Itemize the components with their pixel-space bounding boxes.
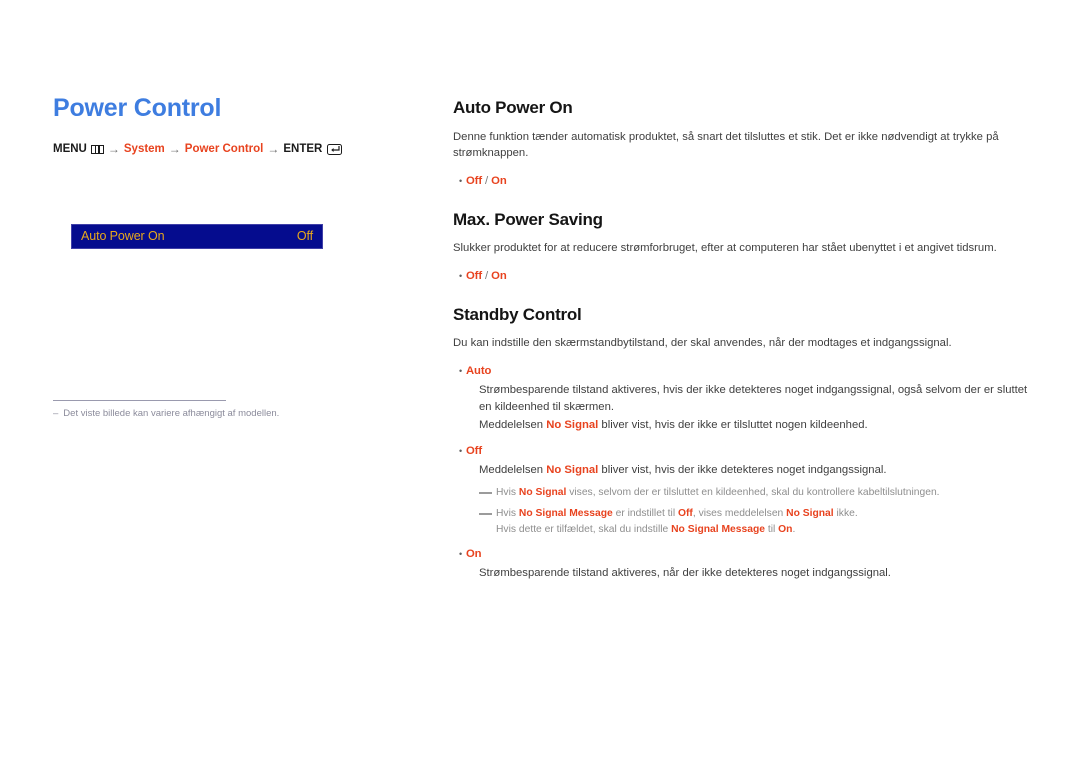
standby-auto-paragraph-1: Strømbesparende tilstand aktiveres, hvis… — [479, 384, 1028, 413]
section-max-power-saving: Max. Power Saving Slukker produktet for … — [453, 210, 1029, 285]
section-heading: Auto Power On — [453, 98, 573, 117]
section-standby-control: Standby Control Du kan indstille den skæ… — [453, 305, 1029, 582]
footnote: – Det viste billede kan variere afhængig… — [53, 407, 383, 420]
menu-path-segment-power-control: Power Control — [184, 142, 264, 155]
standby-option-list: • Auto Strømbesparende tilstand aktivere… — [453, 363, 1029, 582]
option-value-on: On — [491, 174, 507, 187]
section-intro: Du kan indstille den skærmstandbytilstan… — [453, 337, 952, 350]
standby-auto-paragraph-2: Meddelelsen No Signal bliver vist, hvis … — [479, 417, 1029, 434]
note-dash-icon — [479, 513, 492, 515]
right-column: Auto Power On Denne funktion tænder auto… — [453, 98, 1029, 582]
footnote-divider — [53, 400, 226, 401]
section-heading: Standby Control — [453, 304, 582, 324]
text-b: til — [764, 523, 779, 535]
menu-path-arrow-3: → — [267, 141, 280, 156]
text-post: vises, selvom der er tilsluttet en kilde… — [566, 486, 940, 498]
highlight-on: On — [778, 523, 793, 535]
text-post: bliver vist, hvis der ikke detekteres no… — [598, 464, 887, 477]
menu-path-arrow-1: → — [107, 141, 120, 156]
text-pre: Meddelelsen — [479, 419, 547, 432]
highlight-off: Off — [677, 508, 693, 520]
osd-menu-row-auto-power-on[interactable]: Auto Power On Off — [71, 224, 323, 249]
section-intro: Slukker produktet for at reducere strømf… — [453, 242, 997, 255]
highlight-no-signal: No Signal — [546, 464, 599, 477]
option-value-off: Off — [466, 174, 483, 187]
manual-page: Power Control MENU → System → Power Cont… — [0, 0, 1080, 763]
footnote-text: Det viste billede kan variere afhængigt … — [63, 408, 280, 419]
note-text: Hvis No Signal Message er indstillet til… — [496, 506, 858, 521]
standby-off-note-2-continued: Hvis dette er tilfældet, skal du indstil… — [496, 522, 1029, 537]
highlight-no-signal-message: No Signal Message — [518, 508, 613, 520]
menu-path-arrow-2: → — [168, 141, 181, 156]
text-c: , vises meddelelsen — [692, 508, 787, 520]
menu-path-menu-label: MENU — [53, 142, 87, 155]
standby-option-term-off: Off — [466, 445, 483, 458]
option-row: • Off / On — [453, 268, 1029, 285]
text-c: . — [792, 523, 796, 535]
standby-off-note-2: Hvis No Signal Message er indstillet til… — [479, 506, 1029, 521]
text-b: er indstillet til — [612, 508, 678, 520]
option-value-on: On — [491, 269, 507, 282]
footnote-dash: – — [53, 408, 59, 419]
text-a: Hvis — [496, 508, 519, 520]
standby-off-paragraph-1: Meddelelsen No Signal bliver vist, hvis … — [479, 462, 1029, 479]
option-separator: / — [482, 174, 492, 187]
bullet-icon: • — [459, 270, 463, 281]
enter-key-icon — [327, 144, 343, 155]
option-separator: / — [482, 269, 492, 282]
section-auto-power-on: Auto Power On Denne funktion tænder auto… — [453, 98, 1029, 190]
highlight-no-signal: No Signal — [546, 419, 599, 432]
left-column: Power Control MENU → System → Power Cont… — [53, 94, 403, 156]
highlight-no-signal-message: No Signal Message — [671, 523, 765, 535]
page-title: Power Control — [53, 94, 222, 122]
standby-on-paragraph-1: Strømbesparende tilstand aktiveres, når … — [479, 567, 891, 580]
bullet-icon: • — [459, 549, 463, 560]
highlight-no-signal: No Signal — [786, 508, 834, 520]
standby-option-row-off: • Off — [453, 443, 1029, 460]
standby-option-row-on: • On — [453, 546, 1029, 563]
bullet-icon: • — [459, 366, 463, 377]
standby-off-note-1: Hvis No Signal vises, selvom der er tils… — [479, 485, 1029, 500]
menu-grid-icon — [90, 145, 104, 154]
option-values: Off / On — [466, 268, 507, 285]
note-text: Hvis No Signal vises, selvom der er tils… — [496, 485, 940, 500]
option-list: • Off / On — [453, 173, 1029, 190]
option-values: Off / On — [466, 173, 507, 190]
section-intro: Denne funktion tænder automatisk produkt… — [453, 130, 999, 159]
highlight-no-signal: No Signal — [518, 486, 567, 498]
note-dash-icon — [479, 491, 492, 494]
option-value-off: Off — [466, 269, 483, 282]
option-row: • Off / On — [453, 173, 1029, 190]
bullet-icon: • — [459, 175, 463, 186]
standby-option-row-auto: • Auto — [453, 363, 1029, 380]
osd-item-value: Off — [296, 229, 313, 244]
text-d: ikke. — [833, 508, 858, 520]
text-a: Hvis dette er tilfældet, skal du indstil… — [496, 523, 672, 535]
menu-path-segment-system: System — [123, 142, 165, 155]
menu-path-enter-label: ENTER — [283, 142, 323, 155]
text-pre: Meddelelsen — [479, 464, 547, 477]
section-heading: Max. Power Saving — [453, 209, 603, 229]
text-post: bliver vist, hvis der ikke er tilsluttet… — [598, 419, 868, 432]
bullet-icon: • — [459, 446, 463, 457]
option-list: • Off / On — [453, 268, 1029, 285]
osd-item-label: Auto Power On — [81, 229, 165, 244]
standby-option-term-auto: Auto — [466, 365, 492, 378]
text-pre: Hvis — [496, 486, 519, 498]
standby-option-term-on: On — [466, 548, 482, 561]
menu-path-breadcrumb: MENU → System → Power Control → ENTER — [53, 141, 403, 156]
